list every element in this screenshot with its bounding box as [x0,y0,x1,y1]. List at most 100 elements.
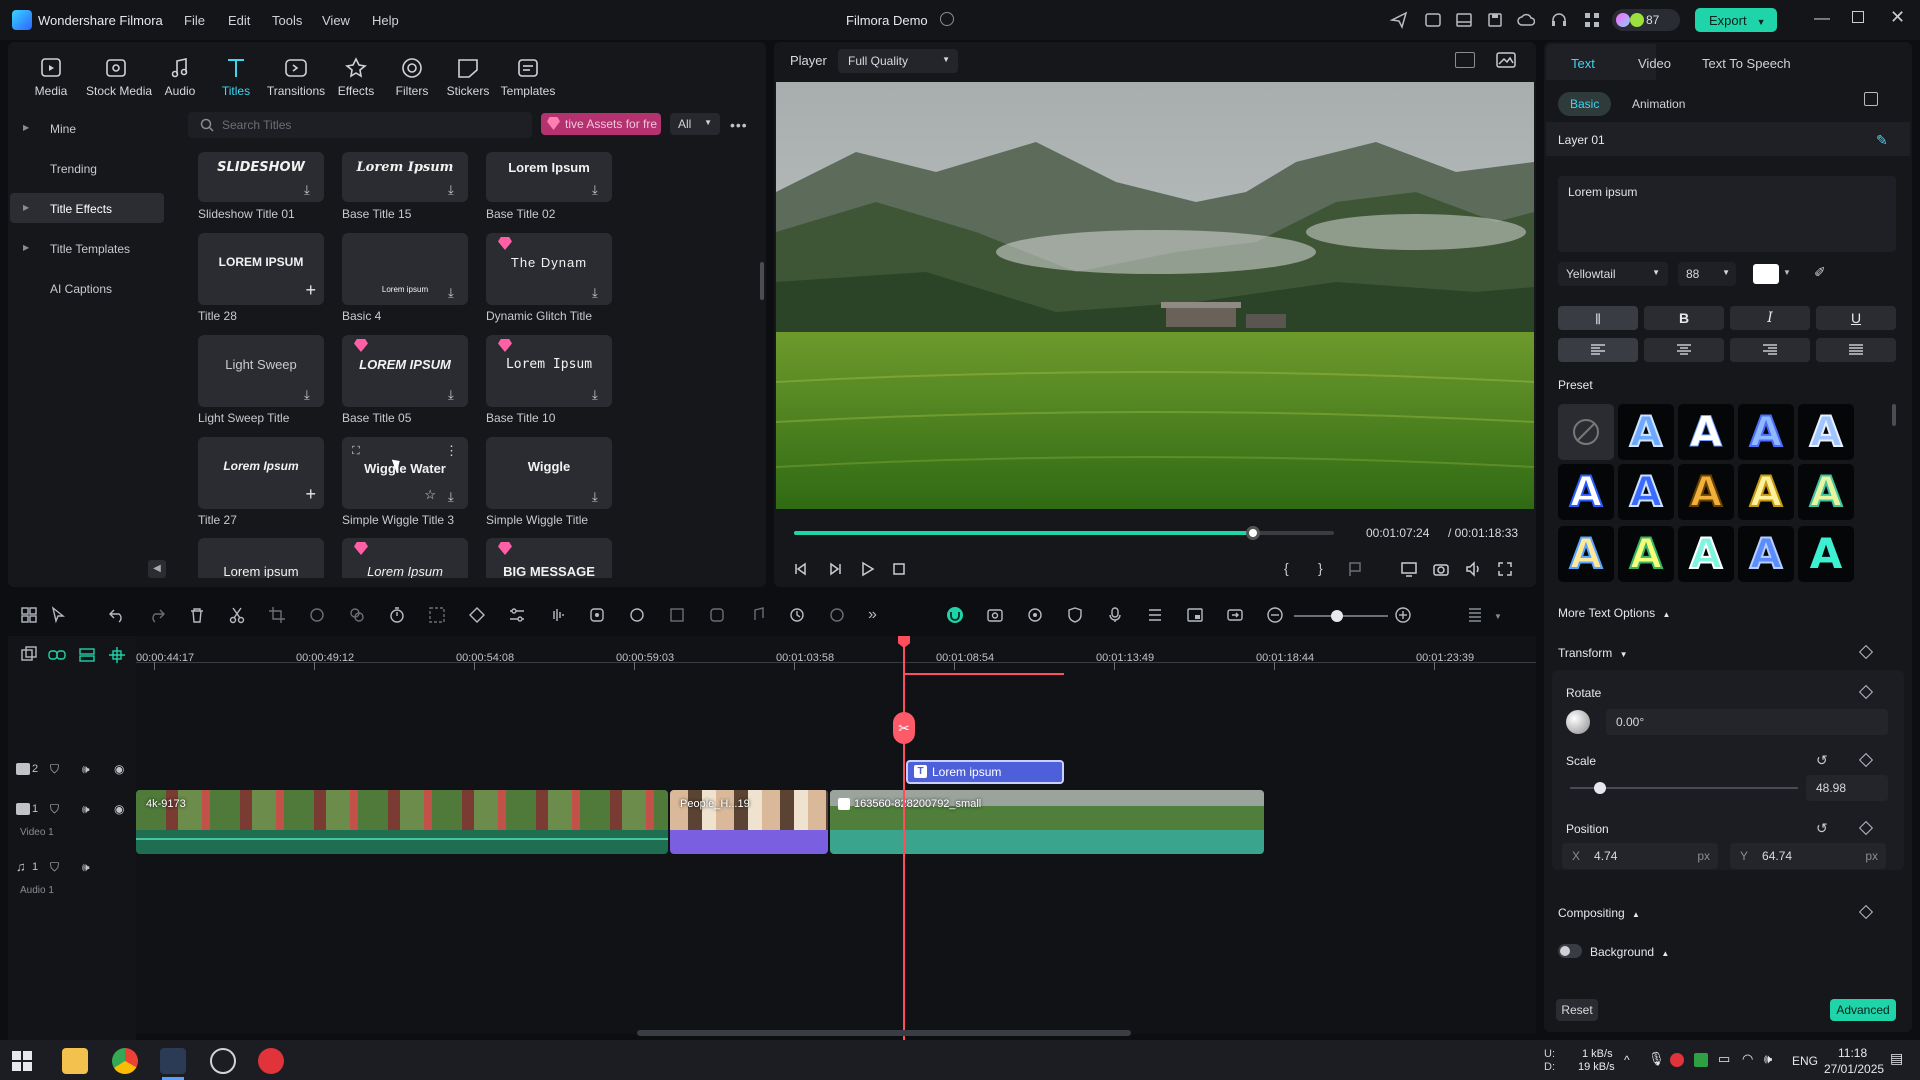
delete-icon[interactable] [188,606,206,624]
advanced-button[interactable]: Advanced [1830,999,1896,1021]
text-content-input[interactable]: Lorem ipsum [1558,176,1896,252]
download-icon[interactable]: ⤓ [448,182,460,197]
layout-grid-icon[interactable] [20,606,38,624]
scale-slider-knob[interactable] [1593,782,1606,794]
position-x-input[interactable]: X 4.74 px [1562,843,1718,869]
preset-a[interactable]: A [1618,404,1674,460]
redo-icon[interactable] [148,606,166,624]
kebab-menu-icon[interactable]: ⋮ [445,443,458,459]
add-icon[interactable]: + [305,484,316,505]
menu-edit[interactable]: Edit [228,13,250,28]
more-tools-icon[interactable]: » [868,606,886,624]
play-icon[interactable] [858,560,876,578]
layout-icon[interactable] [1455,11,1473,29]
minimize-icon[interactable]: — [1814,10,1830,28]
category-media[interactable]: Media [21,56,81,98]
split-scissors-icon[interactable] [228,606,246,624]
quality-dropdown[interactable]: Full Quality ▼ [838,49,958,73]
title-card[interactable]: LOREM IPSUM + [198,233,324,305]
tab-text[interactable]: Text [1571,56,1595,71]
music-beat-icon[interactable] [748,606,766,624]
zoom-slider-knob[interactable] [1331,610,1343,622]
add-track-icon[interactable] [20,646,38,664]
visibility-eye-icon[interactable]: ◉ [114,762,124,776]
headset-icon[interactable] [1550,11,1568,29]
align-center-button[interactable] [1644,338,1724,362]
promo-banner[interactable]: tive Assets for fre [541,113,661,135]
timeline-horizontal-scrollbar[interactable] [637,1030,1131,1036]
preset-a[interactable]: A [1798,526,1854,582]
menu-file[interactable]: File [184,13,205,28]
align-justify-button[interactable] [1816,338,1896,362]
category-effects[interactable]: Effects [326,56,386,98]
filter-dropdown[interactable]: All ▼ [670,113,720,135]
marker-icon[interactable] [1346,560,1364,578]
compositing-section[interactable]: Compositing ▲ [1558,906,1640,920]
mute-speaker-icon[interactable]: 🕪 [82,860,90,875]
position-y-input[interactable]: Y 64.74 px [1730,843,1886,869]
rotate-dial[interactable] [1566,710,1590,734]
link-icon[interactable] [48,646,66,664]
title-card[interactable]: Lorem ipsum ⤓ [342,233,468,305]
sidebar-item-title-templates[interactable]: ▶ Title Templates [10,233,164,263]
category-stock-media[interactable]: Stock Media [86,56,152,98]
title-card[interactable]: Light Sweep ⤓ [198,335,324,407]
menu-help[interactable]: Help [372,13,399,28]
send-icon[interactable] [1390,11,1408,29]
preset-a[interactable]: A [1558,464,1614,520]
credits-badge[interactable]: 87 [1612,9,1680,31]
text-color-swatch[interactable] [1753,264,1779,284]
subtab-basic[interactable]: Basic [1558,92,1612,116]
category-filters[interactable]: Filters [382,56,442,98]
mark-in-icon[interactable]: { [1284,560,1302,578]
ai-tool-icon[interactable] [588,606,606,624]
menu-tools[interactable]: Tools [272,13,302,28]
category-titles[interactable]: Titles [206,56,266,98]
previous-frame-icon[interactable] [792,560,810,578]
select-tool-icon[interactable] [50,606,68,624]
time-ruler[interactable]: 00:00:44:17 00:00:49:12 00:00:54:08 00:00:5… [136,640,1536,670]
lock-icon[interactable]: ⛉ [50,762,59,777]
title-card[interactable]: Lorem ipsum [198,538,324,578]
zoom-out-icon[interactable] [1266,606,1284,624]
close-icon[interactable]: ✕ [1890,7,1905,28]
more-options-icon[interactable]: ••• [730,117,748,133]
category-transitions[interactable]: Transitions [266,56,326,98]
favorite-star-icon[interactable]: ☆ [424,487,436,503]
preset-a[interactable]: A [1678,404,1734,460]
mask-icon[interactable] [668,606,686,624]
microphone-tray-icon[interactable]: 🎙 [1648,1051,1665,1067]
bold-button[interactable]: B [1644,306,1724,330]
title-card[interactable]: LOREM IPSUM ⤓ [342,335,468,407]
adjust-icon[interactable] [508,606,526,624]
download-icon[interactable]: ⤓ [448,285,460,300]
camera-snapshot-icon[interactable] [1432,560,1450,578]
save-icon[interactable] [1486,11,1504,29]
playback-progress-knob[interactable] [1246,526,1260,540]
microphone-icon[interactable] [1106,606,1124,624]
video-clip[interactable]: 163560-828200792_small [830,790,1264,854]
preset-a[interactable]: A [1738,526,1794,582]
clock-date[interactable]: 27/01/2025 [1824,1062,1884,1076]
preset-a[interactable]: A [1558,526,1614,582]
add-icon[interactable]: + [305,280,316,301]
title-card[interactable]: Lorem Ipsum ⤓ [486,335,612,407]
italic-button[interactable]: I [1730,306,1810,330]
crop-icon[interactable] [268,606,286,624]
display-icon[interactable] [1400,560,1418,578]
app-tray-icon[interactable] [1694,1053,1708,1067]
eyedropper-icon[interactable]: ✐ [1814,264,1826,281]
title-card[interactable]: The Dynam ⤓ [486,233,612,305]
timeline-view-grid-icon[interactable] [1466,606,1484,624]
speed-timer-icon[interactable] [388,606,406,624]
align-right-button[interactable] [1730,338,1810,362]
preset-a[interactable]: A [1798,404,1854,460]
stabilize-icon[interactable] [708,606,726,624]
auto-ripple-icon[interactable] [1026,606,1044,624]
work-area-range[interactable] [903,673,1064,675]
download-icon[interactable]: ⤓ [448,387,460,402]
undo-icon[interactable] [108,606,126,624]
chevron-down-icon[interactable]: ▼ [1783,268,1791,277]
next-frame-icon[interactable] [826,560,844,578]
zoom-in-icon[interactable] [1394,606,1412,624]
